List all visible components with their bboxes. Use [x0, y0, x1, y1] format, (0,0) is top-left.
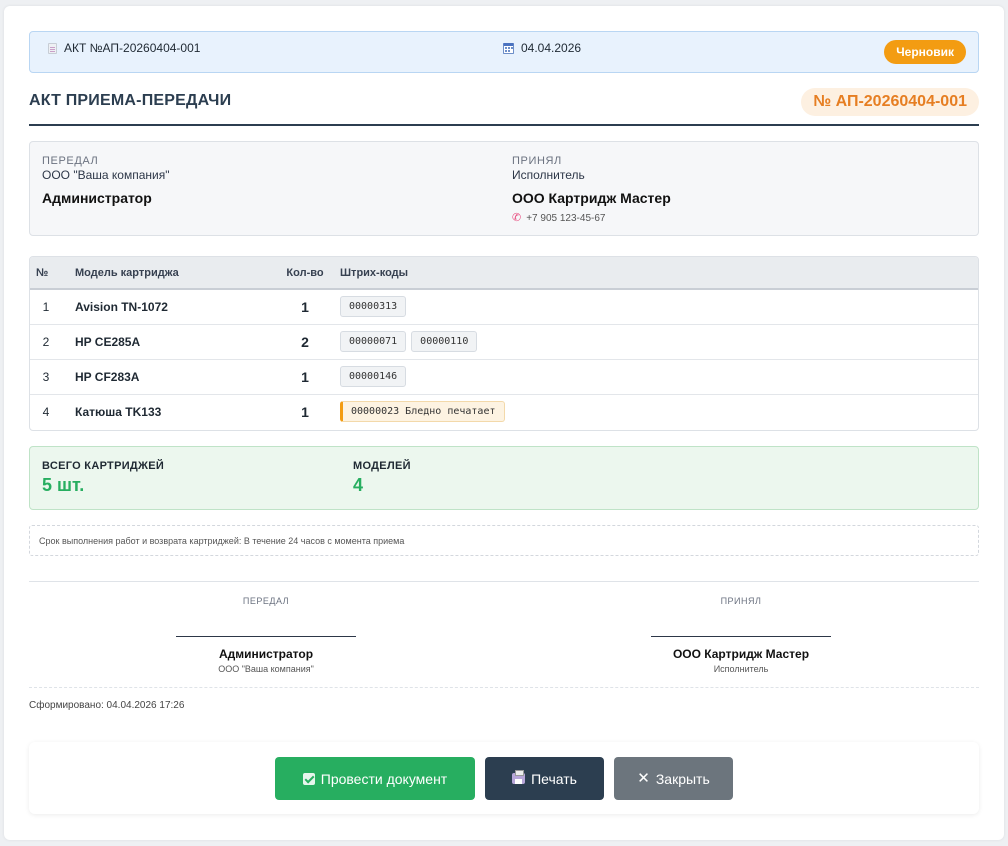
document-info-bar: АКТ №АП-20260404-001 04.04.2026 Черновик — [29, 31, 979, 73]
sender-signature: ПЕРЕДАЛ Администратор ООО "Ваша компания… — [116, 596, 416, 674]
barcode-chip: 00000313 — [340, 296, 407, 318]
document-number-badge: № АП-20260404-001 — [801, 88, 979, 116]
row-number: 4 — [42, 404, 50, 419]
row-model: Катюша TK133 — [75, 404, 162, 419]
total-cartridges-value: 5 шт. — [42, 475, 85, 495]
barcode-chip: 00000110 — [411, 331, 478, 352]
terms-note: Срок выполнения работ и возврата картрид… — [29, 525, 979, 556]
post-document-button[interactable]: Провести документ — [275, 757, 475, 800]
row-quantity: 2 — [301, 333, 309, 350]
models-count-label: МОДЕЛЕЙ — [353, 460, 411, 472]
row-model: HP CF283A — [75, 369, 140, 384]
row-barcodes: 00000071 00000110 — [340, 324, 978, 359]
document-date: 04.04.2026 — [503, 41, 581, 55]
title-divider — [29, 124, 979, 126]
receiver-name: ООО Картридж Мастер — [512, 190, 671, 206]
row-barcodes: 00000313 — [340, 289, 978, 324]
row-number: 3 — [42, 369, 50, 384]
barcode-chip: 00000071 — [340, 331, 407, 352]
cartridge-table: № Модель картриджа Кол-во Штрих-коды 1 A… — [29, 256, 979, 431]
row-barcodes: 00000023 Бледно печатает — [340, 394, 978, 429]
table-row: 1 Avision TN-1072 1 00000313 — [30, 289, 978, 324]
print-button[interactable]: Печать — [485, 757, 604, 800]
row-quantity: 1 — [301, 403, 309, 420]
document-label-text: АКТ №АП-20260404-001 — [64, 41, 201, 55]
sender-signature-role: ПЕРЕДАЛ — [242, 596, 290, 606]
calendar-icon — [503, 42, 514, 54]
action-bar: Провести документ Печать ✕ Закрыть — [29, 742, 979, 814]
table-row: 4 Катюша TK133 1 00000023 Бледно печатае… — [30, 394, 978, 429]
row-number: 2 — [42, 334, 50, 349]
sender-company: ООО "Ваша компания" — [42, 168, 170, 182]
sender-block: ПЕРЕДАЛ ООО "Ваша компания" Администрато… — [42, 155, 169, 206]
document-date-text: 04.04.2026 — [521, 41, 582, 55]
receiver-signature-name: ООО Картридж Мастер — [672, 647, 810, 661]
table-row: 2 HP CE285A 2 00000071 00000110 — [30, 324, 978, 359]
barcode-chip: 00000146 — [340, 366, 407, 387]
close-button[interactable]: ✕ Закрыть — [614, 757, 733, 800]
total-cartridges-label: ВСЕГО КАРТРИДЖЕЙ — [42, 460, 165, 472]
close-label: Закрыть — [655, 770, 710, 787]
receiver-phone: ✆ +7 905 123-45-67 — [512, 212, 671, 225]
receiver-role: ПРИНЯЛ — [512, 155, 562, 167]
row-quantity: 1 — [301, 298, 309, 315]
document-icon — [48, 42, 57, 54]
row-quantity: 1 — [301, 368, 309, 385]
receiver-subtitle: Исполнитель — [512, 168, 585, 182]
row-barcodes: 00000146 — [340, 359, 978, 394]
close-icon: ✕ — [637, 770, 650, 787]
signatures-bottom-divider — [29, 687, 979, 688]
receiver-phone-text: +7 905 123-45-67 — [526, 213, 606, 224]
printer-icon — [512, 770, 526, 784]
column-header-model: Модель картриджа — [75, 266, 179, 279]
sender-role: ПЕРЕДАЛ — [42, 155, 99, 167]
receiver-signature-role: ПРИНЯЛ — [720, 596, 762, 606]
generated-timestamp: Сформировано: 04.04.2026 17:26 — [29, 700, 185, 711]
models-count-value: 4 — [353, 475, 364, 495]
row-number: 1 — [42, 299, 50, 314]
sender-signature-name: Администратор — [218, 647, 314, 661]
models-count: МОДЕЛЕЙ 4 — [353, 460, 411, 496]
receiver-block: ПРИНЯЛ Исполнитель ООО Картридж Мастер ✆… — [512, 155, 671, 224]
table-header-row: № Модель картриджа Кол-во Штрих-коды — [30, 257, 978, 289]
check-icon — [302, 772, 315, 785]
sender-signature-company: ООО "Ваша компания" — [218, 664, 314, 674]
column-header-num: № — [36, 266, 49, 279]
receiver-signature-line — [651, 636, 831, 637]
parties-panel: ПЕРЕДАЛ ООО "Ваша компания" Администрато… — [29, 141, 979, 236]
sender-name: Администратор — [42, 190, 152, 206]
table-row: 3 HP CF283A 1 00000146 — [30, 359, 978, 394]
barcode-chip-with-note: 00000023 Бледно печатает — [340, 401, 505, 423]
row-model: HP CE285A — [75, 334, 141, 349]
status-badge: Черновик — [884, 40, 966, 64]
column-header-barcodes: Штрих-коды — [340, 266, 409, 279]
signatures-divider — [29, 581, 979, 582]
act-sheet: АКТ №АП-20260404-001 04.04.2026 Черновик… — [4, 6, 1004, 840]
phone-icon: ✆ — [512, 212, 522, 224]
receiver-signature: ПРИНЯЛ ООО Картридж Мастер Исполнитель — [591, 596, 891, 674]
column-header-qty: Кол-во — [286, 266, 324, 279]
row-model: Avision TN-1072 — [75, 299, 168, 314]
total-cartridges: ВСЕГО КАРТРИДЖЕЙ 5 шт. — [42, 460, 164, 496]
receiver-signature-subtitle: Исполнитель — [713, 664, 769, 674]
print-label: Печать — [531, 770, 577, 787]
sender-signature-line — [176, 636, 356, 637]
summary-panel: ВСЕГО КАРТРИДЖЕЙ 5 шт. МОДЕЛЕЙ 4 — [29, 446, 979, 510]
post-document-label: Провести документ — [320, 770, 448, 787]
page-title: АКТ ПРИЕМА-ПЕРЕДАЧИ — [29, 92, 232, 109]
document-label: АКТ №АП-20260404-001 — [48, 41, 200, 55]
